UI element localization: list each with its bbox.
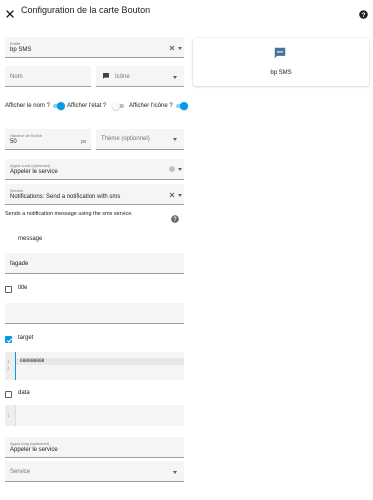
data-code-editor[interactable]: 1 [5,405,184,426]
title-label: title [18,285,28,291]
theme-placeholder: Thème (optionnel) [101,136,150,142]
message-label: message [18,236,43,242]
svg-text:?: ? [173,217,177,223]
name-placeholder: Nom [10,74,23,80]
icon-height-value: 50 [10,139,17,145]
target-code: 600000000 [20,359,45,364]
clear-icon[interactable] [169,45,175,51]
service-label: Service [10,188,24,193]
info-icon [169,166,175,172]
chevron-down-icon[interactable] [173,138,177,141]
title-checkbox[interactable] [5,286,12,293]
icon-height-unit: px [81,139,87,145]
hold-action-label: Appui long (optionnel) [10,441,49,446]
hold-service-placeholder: Service [10,469,31,475]
show-name-toggle[interactable] [52,102,65,110]
title-field[interactable] [5,303,184,324]
card-preview[interactable]: bp SMS [193,38,369,86]
show-name-label: Afficher le nom ? [5,103,50,109]
target-label: target [18,335,34,341]
chevron-down-icon[interactable] [178,194,182,197]
message-value: fagade [10,261,29,267]
service-value: Notifications: Send a notification with … [10,194,121,200]
dialog-title: Configuration de la carte Bouton [21,5,151,15]
close-button[interactable] [5,6,15,18]
chevron-down-icon[interactable] [178,47,182,50]
message-field[interactable]: fagade [5,253,184,274]
entity-picker[interactable]: Entité bp SMS [5,37,184,58]
entity-value: bp SMS [10,47,32,53]
hold-service-picker[interactable]: Service [5,461,184,482]
icon-height-label: Hauteur de l'icône [10,133,43,138]
help-icon: ? [171,215,179,223]
show-state-label: Afficher l'état ? [67,103,107,109]
icon-height-field[interactable]: Hauteur de l'icône 50 px [5,129,91,150]
editor-focus-bar [15,352,16,380]
svg-text:?: ? [362,12,366,19]
data-label: data [18,390,30,396]
message-processing-icon [274,47,286,59]
check-icon [6,338,12,343]
service-picker[interactable]: Service Notifications: Send a notificati… [5,184,184,205]
entity-label: Entité [10,41,21,46]
target-code-editor[interactable]: 1 2 600000000 [5,352,184,380]
chevron-down-icon[interactable] [178,168,182,171]
theme-picker[interactable]: Thème (optionnel) [96,129,184,150]
tap-action-label: Appui court (optionnel) [10,163,51,168]
help-icon: ? [359,10,368,19]
service-description: Sends a notification message using the s… [5,211,133,217]
tap-action-value: Appeler le service [10,169,58,175]
show-icon-toggle[interactable] [175,102,188,110]
name-field[interactable]: Nom [5,66,91,87]
hold-action-value: Appeler le service [10,447,58,453]
show-state-toggle[interactable] [112,102,125,110]
help-button[interactable]: ? [359,6,368,19]
line-number: 1 [7,359,10,364]
data-checkbox[interactable] [5,391,12,398]
line-number: 2 [7,366,10,371]
show-icon-label: Afficher l'icône ? [129,103,173,109]
help-button[interactable]: ? [171,210,179,223]
icon-placeholder: Icône [115,74,130,80]
clear-icon[interactable] [169,192,175,198]
message-icon [103,73,109,79]
target-checkbox[interactable] [5,336,12,343]
line-number: 1 [7,413,10,418]
icon-picker[interactable]: Icône [96,66,184,87]
hold-action-picker[interactable]: Appui long (optionnel) Appeler le servic… [5,437,184,458]
tap-action-picker[interactable]: Appui court (optionnel) Appeler le servi… [5,159,184,180]
chevron-down-icon[interactable] [173,471,177,474]
close-icon [6,10,14,18]
card-name: bp SMS [270,70,292,76]
chevron-down-icon[interactable] [173,76,177,79]
